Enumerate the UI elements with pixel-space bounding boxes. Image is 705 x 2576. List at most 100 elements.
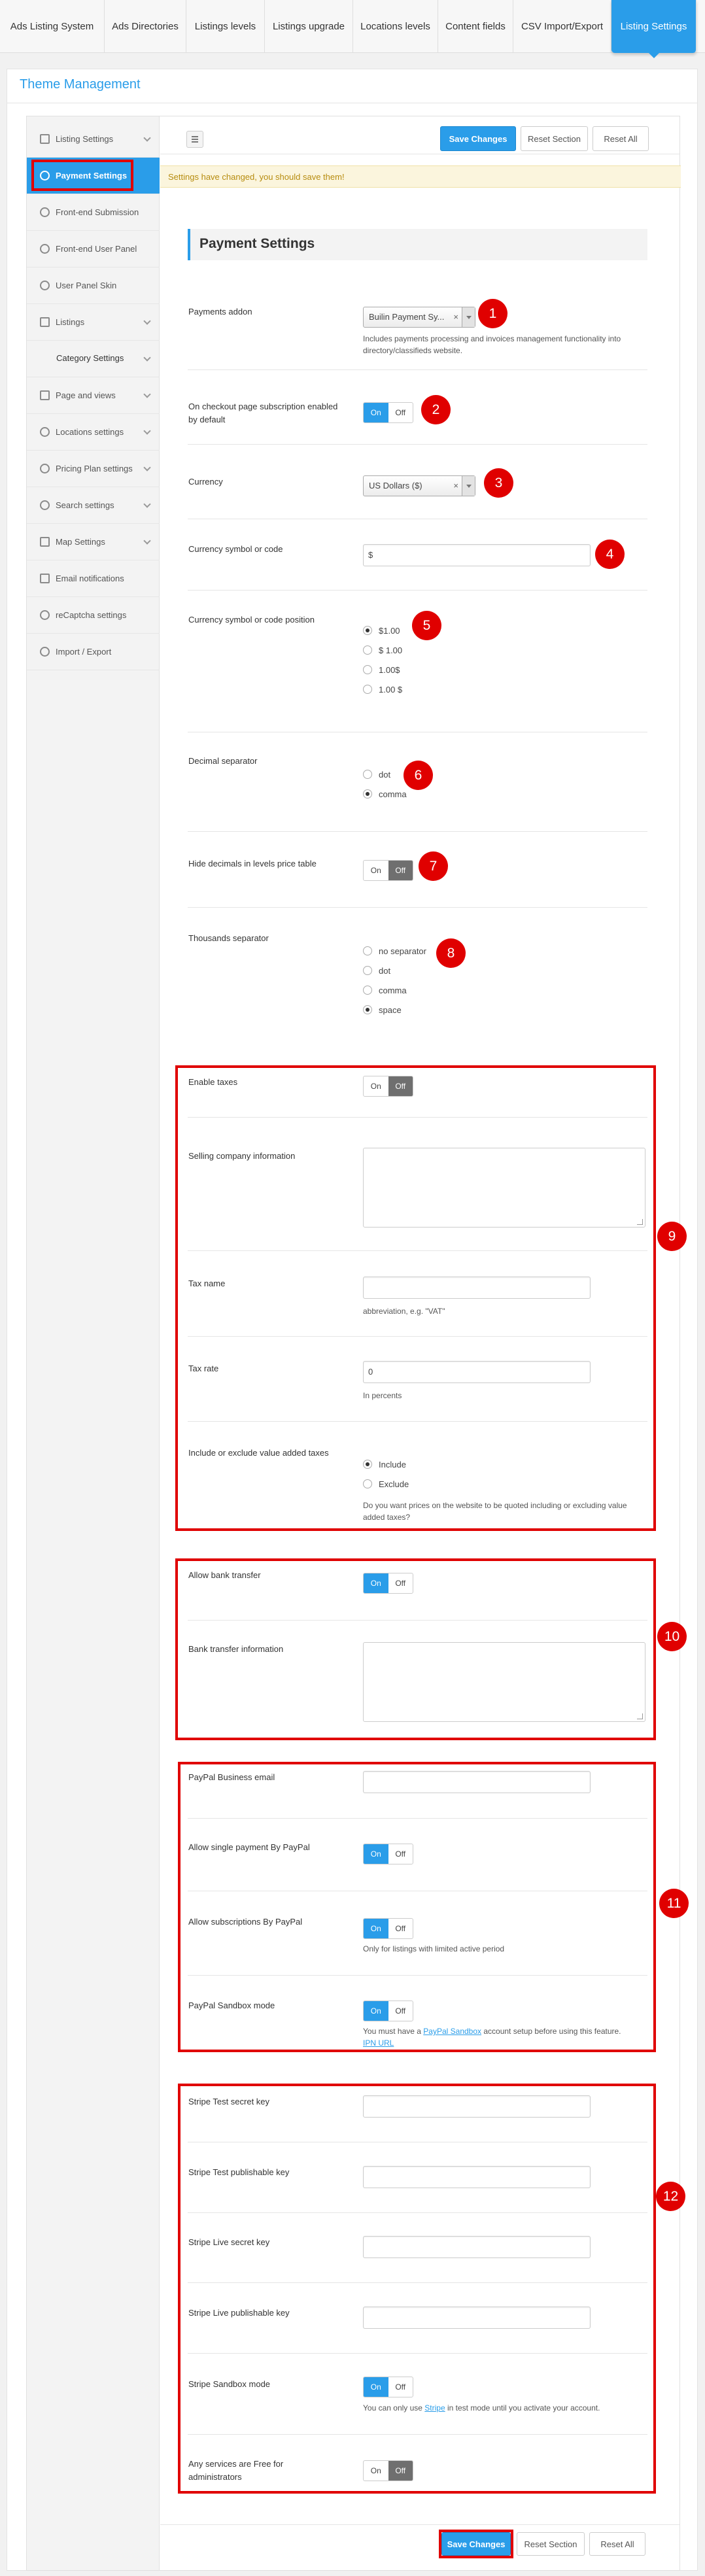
clear-icon[interactable]: ×	[453, 312, 458, 322]
callout-badge: 4	[595, 540, 625, 569]
paypal-email-input[interactable]	[363, 1771, 591, 1793]
tab-listing-settings[interactable]: Listing Settings	[611, 0, 696, 58]
sidebar-item-recaptcha-settings[interactable]: reCaptcha settings	[27, 597, 160, 634]
field-label: Hide decimals in levels price table	[188, 859, 317, 868]
ipn-url-link[interactable]: IPN URL	[363, 2038, 394, 2048]
stripe-test-publishable-input[interactable]	[363, 2166, 591, 2188]
divider	[188, 590, 647, 591]
sidebar-item-frontend-submission[interactable]: Front-end Submission	[27, 194, 160, 231]
field-label: Include or exclude value added taxes	[188, 1448, 329, 1458]
hide-decimals-toggle[interactable]: On Off	[363, 860, 413, 881]
sidebar-item-category-settings[interactable]: Category Settings	[27, 341, 160, 377]
reset-all-button[interactable]: Reset All	[593, 126, 649, 151]
radio-option[interactable]: no separator	[363, 944, 426, 957]
sidebar-item-frontend-user-panel[interactable]: Front-end User Panel	[27, 231, 160, 267]
field-label: Allow subscriptions By PayPal	[188, 1917, 303, 1927]
callout-badge: 11	[659, 1889, 689, 1918]
divider	[188, 2353, 647, 2354]
bank-transfer-toggle[interactable]: On Off	[363, 1573, 413, 1594]
sidebar-item-page-and-views[interactable]: Page and views	[27, 377, 160, 414]
sidebar-item-listing-settings[interactable]: Listing Settings	[27, 121, 160, 158]
enable-taxes-toggle[interactable]: On Off	[363, 1076, 413, 1097]
field-description: Do you want prices on the website to be …	[363, 1501, 627, 1522]
field-label: Thousands separator	[188, 933, 269, 943]
paypal-single-toggle[interactable]: On Off	[363, 1844, 413, 1864]
sidebar-item-email-notifications[interactable]: Email notifications	[27, 560, 160, 597]
field-label: Tax rate	[188, 1364, 219, 1373]
divider	[188, 1336, 647, 1337]
checkout-subscription-toggle[interactable]: On Off	[363, 402, 413, 423]
tab-listings-upgrade[interactable]: Listings upgrade	[265, 0, 353, 53]
save-button[interactable]: Save Changes	[440, 126, 516, 151]
radio-option[interactable]: Include	[363, 1458, 406, 1471]
sidebar-item-listings[interactable]: Listings	[27, 304, 160, 341]
stripe-live-publishable-input[interactable]	[363, 2307, 591, 2329]
callout-badge: 1	[478, 299, 507, 328]
sidebar-item-search-settings[interactable]: Search settings	[27, 487, 160, 524]
radio-option[interactable]: dot	[363, 964, 390, 977]
payments-addon-select[interactable]: Builin Payment Sy... ×	[363, 307, 475, 328]
paypal-subscriptions-toggle[interactable]: On Off	[363, 1918, 413, 1939]
callout-badge: 2	[421, 395, 451, 424]
radio-option[interactable]: dot	[363, 768, 390, 781]
paypal-sandbox-link[interactable]: PayPal Sandbox	[423, 2027, 481, 2036]
search-icon	[40, 500, 50, 510]
radio-option[interactable]: comma	[363, 787, 407, 800]
chevron-down-icon[interactable]	[462, 476, 475, 496]
field-description: You must have a PayPal Sandbox account s…	[363, 2027, 621, 2048]
tab-ads-listing-system[interactable]: Ads Listing System	[0, 0, 105, 53]
callout-badge: 9	[657, 1222, 687, 1251]
clear-icon[interactable]: ×	[453, 481, 458, 490]
reset-section-button[interactable]: Reset Section	[521, 126, 588, 151]
free-for-admins-toggle[interactable]: On Off	[363, 2460, 413, 2481]
radio-option[interactable]: 1.00 $	[363, 683, 402, 696]
sidebar-item-locations-settings[interactable]: Locations settings	[27, 414, 160, 451]
sidebar-item-pricing-plan-settings[interactable]: Pricing Plan settings	[27, 451, 160, 487]
tab-csv-import-export[interactable]: CSV Import/Export	[513, 0, 611, 53]
field-label: Enable taxes	[188, 1077, 238, 1087]
divider	[188, 444, 647, 445]
stripe-link[interactable]: Stripe	[424, 2403, 445, 2413]
field-label: Currency symbol or code	[188, 544, 283, 554]
refresh-icon	[40, 647, 50, 657]
divider	[188, 1421, 647, 1422]
currency-select[interactable]: US Dollars ($) ×	[363, 475, 475, 496]
tab-content-fields[interactable]: Content fields	[438, 0, 513, 53]
sidebar-item-user-panel-skin[interactable]: User Panel Skin	[27, 267, 160, 304]
bank-info-textarea[interactable]	[363, 1642, 645, 1722]
callout-badge: 10	[657, 1622, 687, 1651]
paypal-sandbox-toggle[interactable]: On Off	[363, 2001, 413, 2021]
field-label: Decimal separator	[188, 756, 258, 766]
divider	[188, 831, 647, 832]
tab-locations-levels[interactable]: Locations levels	[353, 0, 438, 53]
radio-option[interactable]: comma	[363, 984, 407, 997]
tax-rate-input[interactable]: 0	[363, 1361, 591, 1383]
expand-options-icon[interactable]	[186, 131, 203, 148]
stripe-sandbox-toggle[interactable]: On Off	[363, 2377, 413, 2397]
field-description: abbreviation, e.g. "VAT"	[363, 1307, 445, 1316]
reset-section-button-bottom[interactable]: Reset Section	[517, 2532, 585, 2556]
radio-option[interactable]: space	[363, 1003, 402, 1016]
car-icon	[40, 281, 50, 290]
radio-option[interactable]: $1.00	[363, 624, 400, 637]
field-label: Tax name	[188, 1279, 226, 1288]
tax-name-input[interactable]	[363, 1277, 591, 1299]
stripe-live-secret-input[interactable]	[363, 2236, 591, 2258]
chevron-down-icon[interactable]	[462, 307, 475, 327]
field-label: Currency symbol or code position	[188, 615, 315, 625]
tab-ads-directories[interactable]: Ads Directories	[105, 0, 186, 53]
company-info-textarea[interactable]	[363, 1148, 645, 1228]
divider	[188, 1818, 647, 1819]
currency-symbol-input[interactable]: $	[363, 544, 591, 566]
radio-option[interactable]: Exclude	[363, 1477, 409, 1490]
radio-option[interactable]: 1.00$	[363, 663, 400, 676]
reset-all-button-bottom[interactable]: Reset All	[589, 2532, 645, 2556]
radio-option[interactable]: $ 1.00	[363, 644, 402, 657]
sidebar-item-import-export[interactable]: Import / Export	[27, 634, 160, 670]
gear-icon	[40, 427, 50, 437]
field-label: Payments addon	[188, 307, 252, 317]
sidebar-item-map-settings[interactable]: Map Settings	[27, 524, 160, 560]
stripe-test-secret-input[interactable]	[363, 2095, 591, 2118]
edit-icon	[40, 317, 50, 327]
tab-listings-levels[interactable]: Listings levels	[186, 0, 265, 53]
